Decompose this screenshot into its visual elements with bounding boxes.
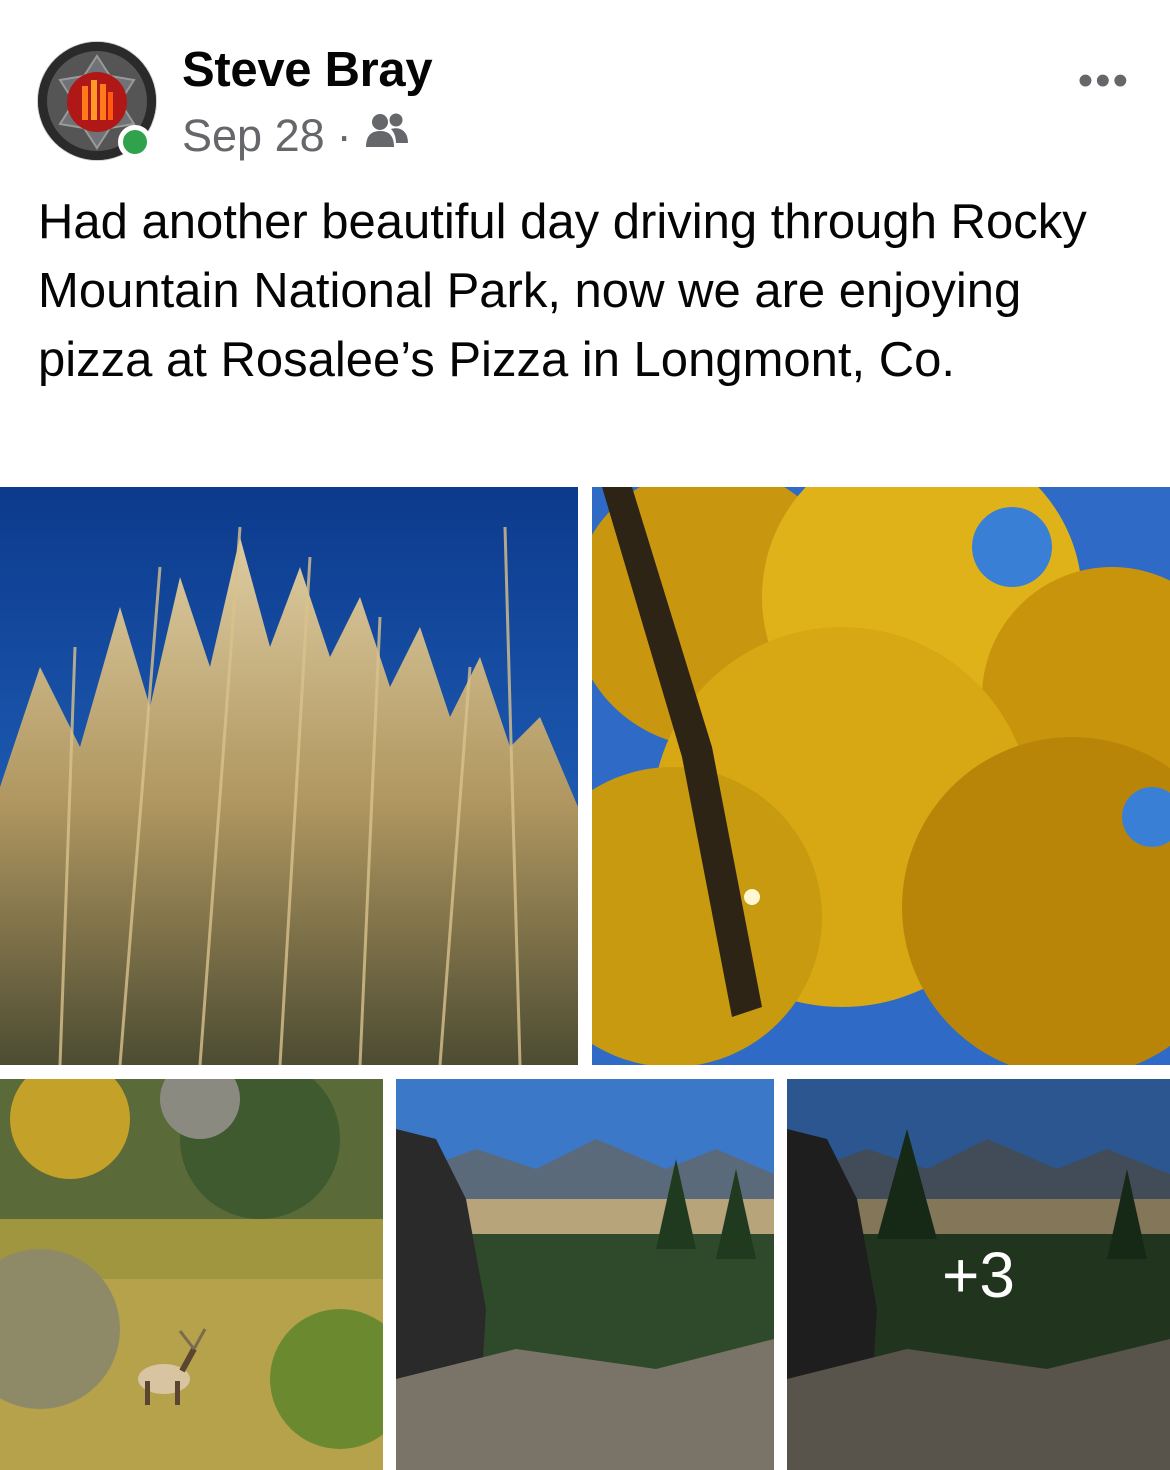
- photo-grass[interactable]: [0, 487, 578, 1065]
- post-header: Steve Bray Sep 28 · •••: [0, 0, 1170, 180]
- online-status-icon: [118, 125, 152, 159]
- author-name[interactable]: Steve Bray: [182, 42, 433, 98]
- post-text: Had another beautiful day driving throug…: [38, 195, 1087, 387]
- photo-autumn-tree[interactable]: [592, 487, 1170, 1065]
- friends-icon: [364, 110, 410, 162]
- post-date[interactable]: Sep 28: [182, 110, 325, 162]
- photo-mountain-overlook[interactable]: [396, 1079, 774, 1470]
- more-options-button[interactable]: •••: [1078, 56, 1130, 106]
- photo-elk[interactable]: [0, 1079, 383, 1470]
- photo-more[interactable]: +3: [787, 1079, 1170, 1470]
- post-meta: Sep 28 ·: [182, 110, 410, 162]
- more-photos-count[interactable]: +3: [787, 1079, 1170, 1470]
- meta-separator: ·: [336, 110, 352, 161]
